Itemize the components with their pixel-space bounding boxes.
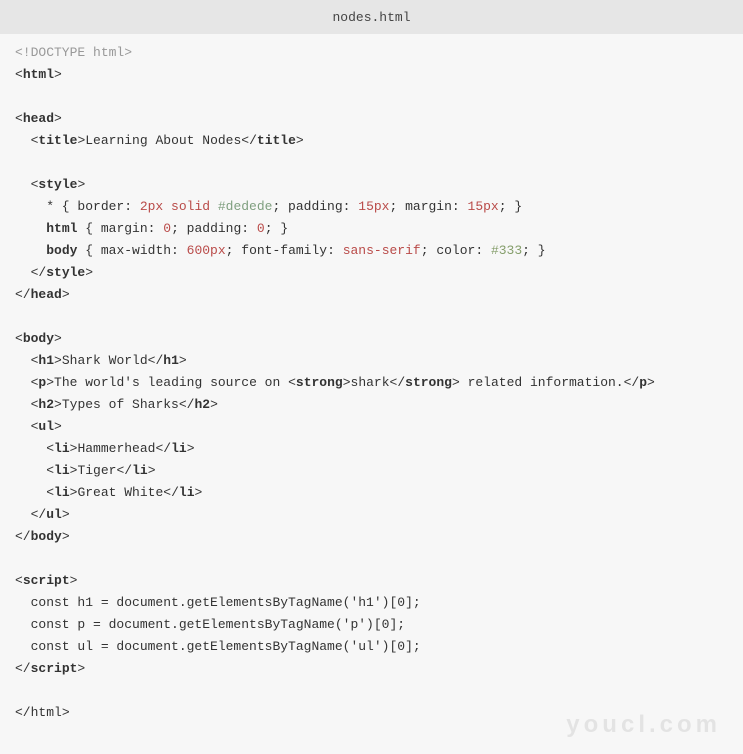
tag-strong: strong (296, 375, 343, 390)
code-line: <h1>Shark World</h1> (15, 350, 728, 372)
css-text (15, 221, 46, 236)
css-value: #333 (491, 243, 522, 258)
tag-h2-close: h2 (194, 397, 210, 412)
tag-style-close: style (46, 265, 85, 280)
tag-html-close: html (31, 705, 62, 720)
css-text: ; } (265, 221, 288, 236)
tag-h1: h1 (38, 353, 54, 368)
tag-head: head (23, 111, 54, 126)
tag-li-close: li (132, 463, 148, 478)
code-line: <p>The world's leading source on <strong… (15, 372, 728, 394)
tag-ul-close: ul (46, 507, 62, 522)
tag-h2: h2 (38, 397, 54, 412)
code-line: <head> (15, 108, 728, 130)
tag-strong-close: strong (405, 375, 452, 390)
code-line: <h2>Types of Sharks</h2> (15, 394, 728, 416)
titlebar: nodes.html (0, 0, 743, 34)
code-line: <li>Great White</li> (15, 482, 728, 504)
css-selector: body (46, 243, 77, 258)
script-line: const p = document.getElementsByTagName(… (15, 617, 405, 632)
css-text: { margin: (77, 221, 163, 236)
code-line: const ul = document.getElementsByTagName… (15, 636, 728, 658)
code-line: body { max-width: 600px; font-family: sa… (15, 240, 728, 262)
tag-head-close: head (31, 287, 62, 302)
tag-title-close: title (257, 133, 296, 148)
h1-text: Shark World (62, 353, 148, 368)
tag-script: script (23, 573, 70, 588)
doctype: <!DOCTYPE html> (15, 45, 132, 60)
css-text: { max-width: (77, 243, 186, 258)
tag-html: html (23, 67, 54, 82)
code-line: </script> (15, 658, 728, 680)
css-value: 2px (140, 199, 163, 214)
css-text: ; font-family: (226, 243, 343, 258)
code-area: <!DOCTYPE html> <html> <head> <title>Lea… (0, 34, 743, 754)
filename-label: nodes.html (332, 10, 410, 25)
tag-script-close: script (31, 661, 78, 676)
css-value: 0 (163, 221, 171, 236)
code-line: const h1 = document.getElementsByTagName… (15, 592, 728, 614)
tag-h1-close: h1 (163, 353, 179, 368)
css-value: sans-serif (343, 243, 421, 258)
tag-li-close: li (179, 485, 195, 500)
watermark: youcl.com (566, 714, 721, 736)
tag-title: title (38, 133, 77, 148)
code-line: <title>Learning About Nodes</title> (15, 130, 728, 152)
code-line: * { border: 2px solid #dedede; padding: … (15, 196, 728, 218)
code-line: <html> (15, 64, 728, 86)
code-line: <body> (15, 328, 728, 350)
title-text: Learning About Nodes (85, 133, 241, 148)
css-value: 15px (358, 199, 389, 214)
script-line: const ul = document.getElementsByTagName… (15, 639, 421, 654)
tag-body-close: body (31, 529, 62, 544)
tag-li: li (54, 463, 70, 478)
tag-li-close: li (171, 441, 187, 456)
tag-ul: ul (38, 419, 54, 434)
h2-text: Types of Sharks (62, 397, 179, 412)
tag-body: body (23, 331, 54, 346)
li-text: Tiger (77, 463, 116, 478)
css-text: ; padding: (171, 221, 257, 236)
css-text (15, 243, 46, 258)
code-line: </head> (15, 284, 728, 306)
css-text: ; } (522, 243, 545, 258)
li-text: Great White (77, 485, 163, 500)
code-line: </body> (15, 526, 728, 548)
css-value: 15px (468, 199, 499, 214)
code-line: const p = document.getElementsByTagName(… (15, 614, 728, 636)
code-line: </style> (15, 262, 728, 284)
css-text: ; } (499, 199, 522, 214)
code-line: <!DOCTYPE html> (15, 42, 728, 64)
tag-style: style (38, 177, 77, 192)
script-line: const h1 = document.getElementsByTagName… (15, 595, 421, 610)
code-line: html { margin: 0; padding: 0; } (15, 218, 728, 240)
tag-li: li (54, 485, 70, 500)
code-line: <style> (15, 174, 728, 196)
p-text: related information. (460, 375, 624, 390)
tag-li: li (54, 441, 70, 456)
p-text: The world's leading source on (54, 375, 288, 390)
css-value: 0 (257, 221, 265, 236)
css-selector: html (46, 221, 77, 236)
css-text: ; margin: (390, 199, 468, 214)
css-text: ; color: (421, 243, 491, 258)
code-line: </ul> (15, 504, 728, 526)
css-text: ; padding: (272, 199, 358, 214)
css-star-prefix: * { border: (15, 199, 140, 214)
code-line: <li>Tiger</li> (15, 460, 728, 482)
strong-text: shark (351, 375, 390, 390)
code-line: <script> (15, 570, 728, 592)
li-text: Hammerhead (77, 441, 155, 456)
code-line: <li>Hammerhead</li> (15, 438, 728, 460)
css-value: 600px (187, 243, 226, 258)
css-value: solid (163, 199, 218, 214)
css-value: #dedede (218, 199, 273, 214)
code-line: <ul> (15, 416, 728, 438)
tag-p-close: p (639, 375, 647, 390)
